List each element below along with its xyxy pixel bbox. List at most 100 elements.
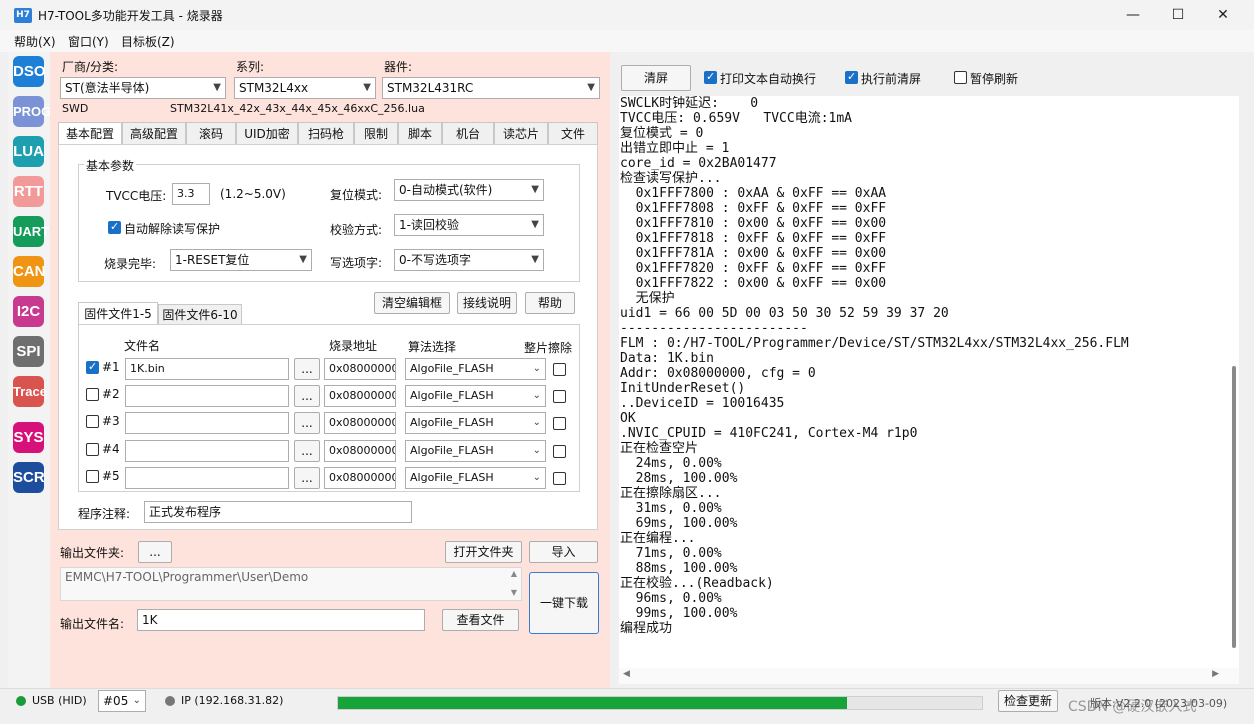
- file-name-input[interactable]: 1K.bin: [125, 358, 289, 380]
- minimize-button[interactable]: —: [1110, 0, 1156, 30]
- tab-advanced[interactable]: 高级配置: [122, 122, 186, 144]
- view-file-button[interactable]: 查看文件: [442, 609, 519, 631]
- full-erase-checkbox[interactable]: [553, 472, 566, 485]
- file-name-input[interactable]: [125, 385, 289, 407]
- file-row-checkbox[interactable]: [86, 470, 99, 483]
- log-line: 0x1FFF781A : 0x00 & 0xFF == 0x00: [620, 246, 887, 261]
- clear-log-button[interactable]: 清屏: [621, 65, 691, 91]
- tab-scanner[interactable]: 扫码枪: [298, 122, 354, 144]
- log-line: .NVIC_CPUID = 410FC241, Cortex-M4 r1p0: [620, 426, 918, 441]
- vendor-select[interactable]: ST(意法半导体) ▼: [60, 77, 226, 99]
- tab-limit[interactable]: 限制: [354, 122, 398, 144]
- file-address-input[interactable]: 0x08000000: [324, 467, 396, 489]
- scroll-down-icon[interactable]: ▼: [511, 588, 517, 597]
- log-scrollbar-thumb[interactable]: [1232, 366, 1236, 648]
- verify-mode-select[interactable]: 1-读回校验 ▼: [394, 214, 544, 236]
- sidebar-spi-icon[interactable]: SPI: [13, 336, 44, 367]
- check-update-button[interactable]: 检查更新: [998, 690, 1058, 712]
- tab-basic[interactable]: 基本配置: [58, 122, 122, 144]
- maximize-button[interactable]: ☐: [1155, 0, 1201, 30]
- done-action-label: 烧录完毕:: [104, 257, 157, 271]
- sidebar-scr-icon[interactable]: SCR: [13, 462, 45, 493]
- output-filename-input[interactable]: 1K: [137, 609, 425, 631]
- file-browse-button[interactable]: ...: [294, 440, 320, 462]
- algorithm-select[interactable]: AlgoFile_FLASH ⌄: [405, 440, 546, 462]
- tab-file[interactable]: 文件: [548, 122, 598, 144]
- reset-mode-select[interactable]: 0-自动模式(软件) ▼: [394, 179, 544, 201]
- file-browse-button[interactable]: ...: [294, 385, 320, 407]
- log-line: 96ms, 0.00%: [620, 591, 722, 606]
- sidebar-rtt-icon[interactable]: RTT: [13, 176, 44, 207]
- option-bytes-select[interactable]: 0-不写选项字 ▼: [394, 249, 544, 271]
- sidebar-i2c-icon[interactable]: I2C: [13, 296, 44, 327]
- log-line: 正在擦除扇区...: [620, 486, 722, 501]
- menu-target[interactable]: 目标板(Z): [121, 33, 175, 50]
- pause-refresh-checkbox[interactable]: [954, 71, 967, 84]
- output-folder-browse-button[interactable]: ...: [138, 541, 172, 563]
- log-output[interactable]: SWCLK时钟延迟: 0 TVCC电压: 0.659V TVCC电流:1mA 复位模…: [619, 96, 1239, 668]
- file-browse-button[interactable]: ...: [294, 358, 320, 380]
- output-path-field[interactable]: EMMC\H7-TOOL\Programmer\User\Demo ▲ ▼: [60, 567, 522, 601]
- help-button[interactable]: 帮助: [525, 292, 575, 314]
- import-button[interactable]: 导入: [529, 541, 598, 563]
- file-browse-button[interactable]: ...: [294, 467, 320, 489]
- file-name-input[interactable]: [125, 440, 289, 462]
- sidebar-dso-icon[interactable]: DSO: [13, 56, 46, 87]
- file-row-checkbox[interactable]: [86, 360, 99, 374]
- file-row-checkbox[interactable]: [86, 415, 99, 428]
- algorithm-select[interactable]: AlgoFile_FLASH ⌄: [405, 358, 546, 380]
- file-address-input[interactable]: 0x08000000: [324, 385, 396, 407]
- sidebar-prog-icon[interactable]: PROG: [13, 96, 51, 127]
- clear-edit-button[interactable]: 清空编辑框: [374, 292, 450, 314]
- file-row-id: #1: [102, 360, 120, 374]
- algorithm-select[interactable]: AlgoFile_FLASH ⌄: [405, 412, 546, 434]
- tab-firmware-1-5[interactable]: 固件文件1-5: [78, 302, 158, 324]
- sidebar-trace-icon[interactable]: Trace: [13, 376, 47, 407]
- tab-machine[interactable]: 机台: [442, 122, 494, 144]
- scroll-up-icon[interactable]: ▲: [511, 569, 517, 578]
- menu-help[interactable]: 帮助(X): [14, 33, 56, 50]
- file-address-input[interactable]: 0x08000000: [324, 358, 396, 380]
- port-select[interactable]: #05 ⌄: [98, 690, 146, 712]
- wiring-help-button[interactable]: 接线说明: [457, 292, 517, 314]
- series-select[interactable]: STM32L4xx ▼: [234, 77, 376, 99]
- sidebar-uart-icon[interactable]: UART: [13, 216, 49, 247]
- algorithm-select[interactable]: AlgoFile_FLASH ⌄: [405, 467, 546, 489]
- part-select[interactable]: STM32L431RC ▼: [382, 77, 600, 99]
- file-row-checkbox[interactable]: [86, 443, 99, 456]
- chevron-down-icon: ▼: [587, 82, 595, 93]
- file-address-input[interactable]: 0x08000000: [324, 412, 396, 434]
- algorithm-select[interactable]: AlgoFile_FLASH ⌄: [405, 385, 546, 407]
- full-erase-checkbox[interactable]: [553, 417, 566, 430]
- file-browse-button[interactable]: ...: [294, 412, 320, 434]
- tab-rolling-code[interactable]: 滚码: [186, 122, 236, 144]
- log-line: 24ms, 0.00%: [620, 456, 722, 471]
- file-row-checkbox[interactable]: [86, 388, 99, 401]
- scroll-left-icon[interactable]: ◀: [623, 669, 630, 679]
- log-hscrollbar[interactable]: ◀ ▶: [619, 668, 1239, 684]
- close-button[interactable]: ✕: [1200, 0, 1246, 30]
- full-erase-checkbox[interactable]: [553, 363, 566, 376]
- sidebar-lua-icon[interactable]: LUA: [13, 136, 44, 167]
- sidebar-can-icon[interactable]: CAN: [13, 256, 46, 287]
- auto-unlock-checkbox[interactable]: [108, 220, 121, 234]
- file-name-input[interactable]: [125, 467, 289, 489]
- tab-firmware-6-10[interactable]: 固件文件6-10: [158, 304, 242, 324]
- tab-script[interactable]: 脚本: [398, 122, 442, 144]
- one-key-download-button[interactable]: 一键下载: [529, 572, 599, 634]
- preclear-checkbox[interactable]: [845, 70, 858, 84]
- tab-read-chip[interactable]: 读芯片: [494, 122, 548, 144]
- tab-uid-encrypt[interactable]: UID加密: [236, 122, 298, 144]
- done-action-select[interactable]: 1-RESET复位 ▼: [170, 249, 312, 271]
- tvcc-input[interactable]: 3.3: [172, 183, 210, 205]
- sidebar-sys-icon[interactable]: SYS: [13, 422, 44, 453]
- file-name-input[interactable]: [125, 412, 289, 434]
- scroll-right-icon[interactable]: ▶: [1212, 669, 1219, 679]
- file-address-input[interactable]: 0x08000000: [324, 440, 396, 462]
- menu-window[interactable]: 窗口(Y): [68, 33, 109, 50]
- full-erase-checkbox[interactable]: [553, 390, 566, 403]
- wrap-text-checkbox[interactable]: [704, 70, 717, 84]
- open-folder-button[interactable]: 打开文件夹: [445, 541, 522, 563]
- program-note-input[interactable]: 正式发布程序: [144, 501, 412, 523]
- full-erase-checkbox[interactable]: [553, 445, 566, 458]
